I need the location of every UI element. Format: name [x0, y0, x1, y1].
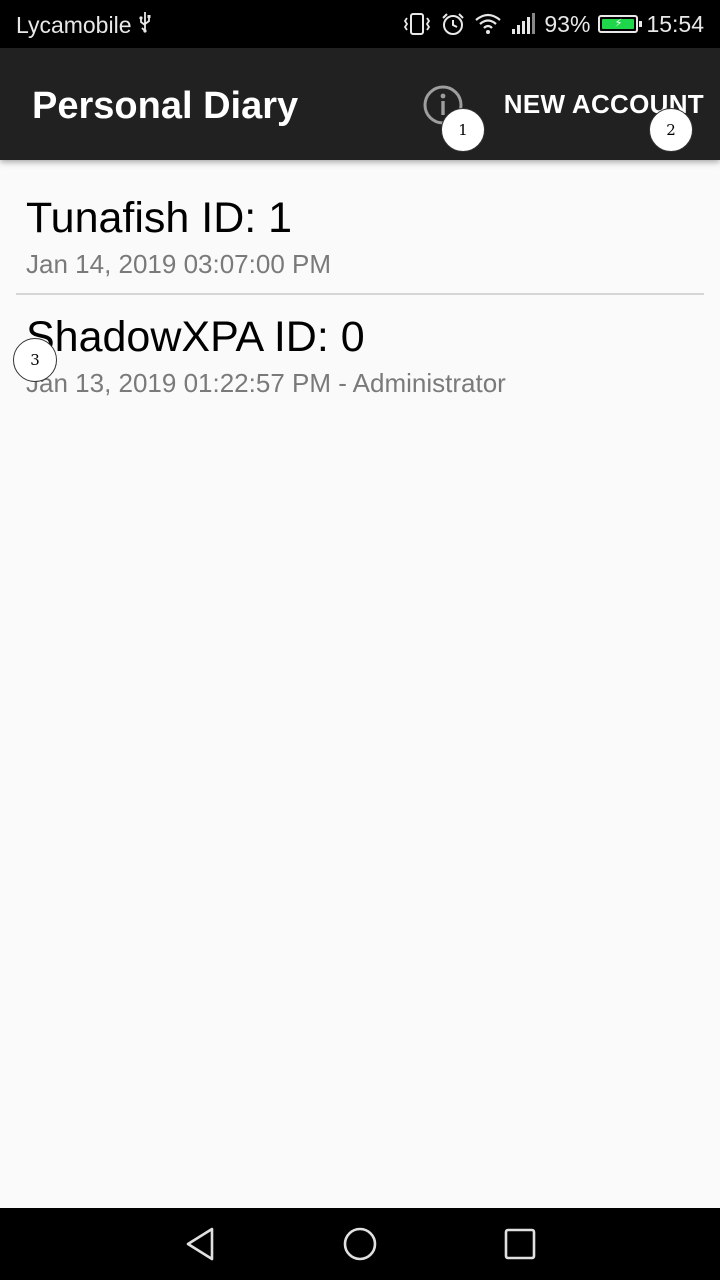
page-title: Personal Diary — [32, 85, 299, 127]
carrier: Lycamobile — [16, 11, 153, 39]
list-item[interactable]: Tunafish ID: 1 Jan 14, 2019 03:07:00 PM — [0, 160, 720, 294]
account-title: Tunafish ID: 1 — [26, 194, 293, 242]
battery-percent: 93% — [544, 10, 591, 37]
app-bar: Personal Diary NEW ACCOUNT — [0, 48, 720, 160]
back-icon — [186, 1227, 214, 1261]
recents-icon — [504, 1228, 536, 1260]
clock: 15:54 — [646, 10, 704, 37]
alarm-icon — [440, 12, 466, 36]
vibrate-icon — [402, 12, 432, 36]
wifi-icon — [474, 12, 502, 36]
status-icons: 93% ⚡ 15:54 — [402, 8, 704, 40]
marker-3: 3 — [13, 338, 57, 382]
status-bar: Lycamobile 93% ⚡ 15:54 — [0, 0, 720, 48]
marker-1: 1 — [441, 108, 485, 152]
account-subtitle: Jan 14, 2019 03:07:00 PM — [26, 249, 332, 279]
back-button[interactable] — [180, 1224, 220, 1264]
battery-icon: ⚡ — [598, 15, 643, 33]
list-item[interactable]: ShadowXPA ID: 0 Jan 13, 2019 01:22:57 PM… — [0, 294, 720, 428]
recents-button[interactable] — [500, 1224, 540, 1264]
home-button[interactable] — [340, 1224, 380, 1264]
usb-icon — [137, 11, 153, 39]
signal-icon — [510, 12, 536, 36]
marker-2: 2 — [649, 108, 693, 152]
account-title: ShadowXPA ID: 0 — [26, 313, 365, 361]
home-icon — [343, 1227, 377, 1261]
navigation-bar — [0, 1208, 720, 1280]
carrier-name: Lycamobile — [16, 11, 132, 38]
account-subtitle: Jan 13, 2019 01:22:57 PM - Administrator — [26, 368, 506, 398]
account-list: Tunafish ID: 1 Jan 14, 2019 03:07:00 PM … — [0, 160, 720, 428]
